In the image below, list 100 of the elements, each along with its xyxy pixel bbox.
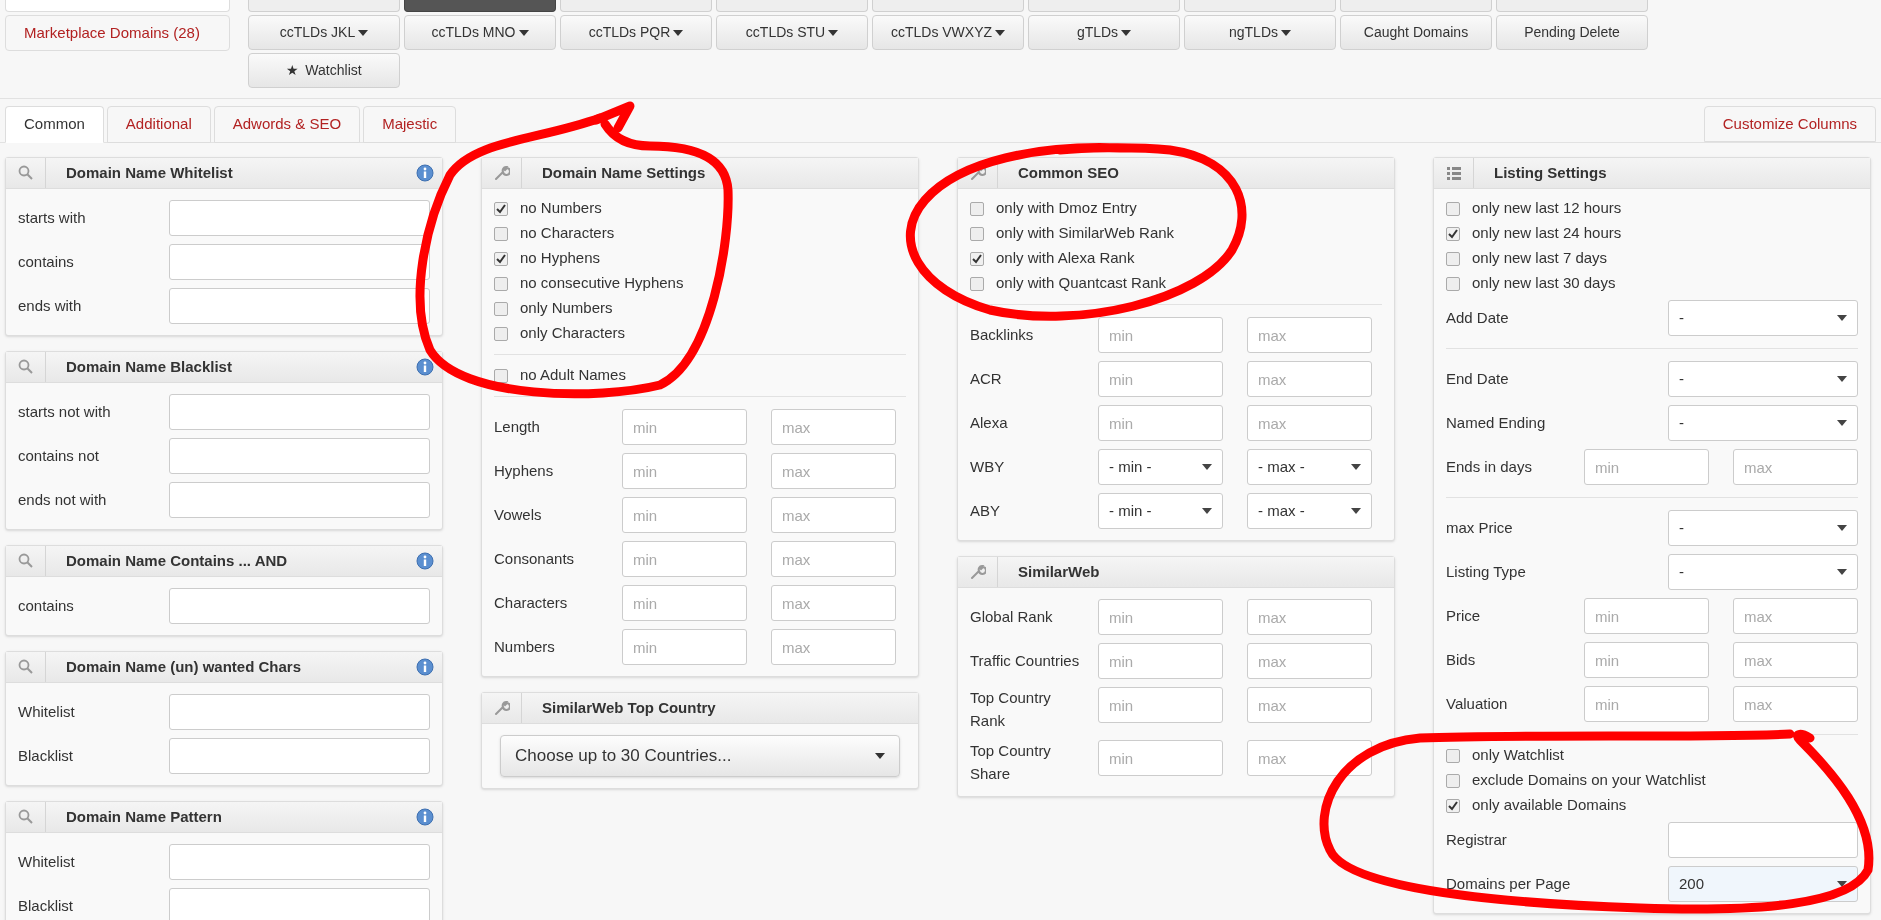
min-field[interactable]: min <box>622 453 747 489</box>
tab[interactable]: Additional <box>106 106 211 143</box>
min-field[interactable]: min <box>622 541 747 577</box>
max-field[interactable]: max <box>1247 643 1372 679</box>
checkbox[interactable] <box>1446 201 1460 216</box>
text-field[interactable] <box>169 244 430 280</box>
text-field[interactable] <box>169 438 430 474</box>
text-field[interactable] <box>169 888 430 920</box>
select-field[interactable]: - <box>1668 405 1858 441</box>
min-field[interactable]: min <box>1098 361 1223 397</box>
dropdown-button[interactable]: gTLDs <box>1028 15 1180 50</box>
checkbox[interactable] <box>1446 748 1460 763</box>
dropdown-button[interactable]: ccTLDs MNO <box>404 15 556 50</box>
select-field[interactable]: - <box>1668 510 1858 546</box>
tab[interactable]: Common <box>5 106 104 143</box>
text-field[interactable] <box>1668 822 1858 858</box>
max-field[interactable]: max <box>771 497 896 533</box>
nav-button[interactable]: Pending Delete <box>1496 15 1648 50</box>
max-field[interactable]: max <box>771 453 896 489</box>
nav-button[interactable]: Caught Domains <box>1340 15 1492 50</box>
tab[interactable]: Adwords & SEO <box>213 106 361 143</box>
min-field[interactable]: min <box>1098 740 1223 776</box>
text-field[interactable] <box>169 694 430 730</box>
checkbox[interactable] <box>970 276 984 291</box>
watchlist-button[interactable]: ★ Watchlist <box>248 53 400 88</box>
check-icon <box>1448 228 1458 239</box>
checkbox-label: exclude Domains on your Watchlist <box>1472 770 1706 791</box>
wrench-icon <box>493 165 510 181</box>
tab[interactable]: Majestic <box>363 106 457 143</box>
min-field[interactable]: min <box>1098 317 1223 353</box>
max-field[interactable]: max <box>1247 687 1372 723</box>
select-field[interactable]: - <box>1668 554 1858 590</box>
dropdown-button[interactable]: ccTLDs VWXYZ <box>872 15 1024 50</box>
text-field[interactable] <box>169 588 430 624</box>
checkbox[interactable] <box>970 251 984 266</box>
min-field[interactable]: min <box>622 629 747 665</box>
checkbox[interactable] <box>1446 226 1460 241</box>
max-field[interactable]: max <box>771 629 896 665</box>
min-field[interactable]: min <box>1584 598 1709 634</box>
field-label: Whitelist <box>18 851 76 872</box>
min-field[interactable]: min <box>1098 599 1223 635</box>
text-field[interactable] <box>169 394 430 430</box>
checkbox[interactable] <box>1446 798 1460 813</box>
checkbox[interactable] <box>494 276 508 291</box>
text-field[interactable] <box>169 288 430 324</box>
customize-columns-button[interactable]: Customize Columns <box>1703 106 1876 142</box>
text-field[interactable] <box>169 482 430 518</box>
max-field[interactable]: max <box>1247 599 1372 635</box>
min-field[interactable]: min <box>1584 449 1709 485</box>
select-field[interactable]: 200 <box>1668 866 1858 902</box>
country-dropdown[interactable]: Choose up to 30 Countries... <box>500 735 900 777</box>
min-field[interactable]: min <box>1098 687 1223 723</box>
max-field[interactable]: max <box>1247 361 1372 397</box>
field-label: contains <box>18 251 75 272</box>
select-field[interactable]: - min - <box>1098 493 1223 529</box>
select-field[interactable]: - <box>1668 300 1858 336</box>
checkbox[interactable] <box>970 226 984 241</box>
checkbox[interactable] <box>494 368 508 383</box>
max-field[interactable]: max <box>1247 317 1372 353</box>
max-field[interactable]: max <box>1733 642 1858 678</box>
text-field[interactable] <box>169 200 430 236</box>
max-field[interactable]: max <box>771 409 896 445</box>
min-field[interactable]: min <box>1584 686 1709 722</box>
max-field[interactable]: max <box>1733 449 1858 485</box>
min-field[interactable]: min <box>1098 405 1223 441</box>
max-field[interactable]: max <box>771 585 896 621</box>
checkbox[interactable] <box>494 251 508 266</box>
max-field[interactable]: max <box>771 541 896 577</box>
min-field[interactable]: min <box>622 497 747 533</box>
marketplace-domains-link[interactable]: Marketplace Domains (28) <box>5 15 230 51</box>
checkbox[interactable] <box>1446 773 1460 788</box>
checkbox[interactable] <box>1446 251 1460 266</box>
min-field[interactable]: min <box>622 409 747 445</box>
max-field[interactable]: max <box>1733 686 1858 722</box>
dropdown-button[interactable]: ccTLDs PQR <box>560 15 712 50</box>
checkbox[interactable] <box>1446 276 1460 291</box>
checkbox[interactable] <box>494 201 508 216</box>
min-field[interactable]: min <box>622 585 747 621</box>
dropdown-button[interactable]: ngTLDs <box>1184 15 1336 50</box>
checkbox[interactable] <box>970 201 984 216</box>
checkbox[interactable] <box>494 301 508 316</box>
select-field[interactable]: - <box>1668 361 1858 397</box>
field-label: Global Rank <box>970 606 1054 627</box>
min-field[interactable]: min <box>1098 643 1223 679</box>
cropped-button[interactable] <box>404 0 556 12</box>
max-field[interactable]: max <box>1733 598 1858 634</box>
max-field[interactable]: max <box>1247 405 1372 441</box>
min-field[interactable]: min <box>1584 642 1709 678</box>
checkbox[interactable] <box>494 326 508 341</box>
select-field[interactable]: - min - <box>1098 449 1223 485</box>
text-field[interactable] <box>169 738 430 774</box>
dropdown-button[interactable]: ccTLDs STU <box>716 15 868 50</box>
dropdown-button[interactable]: ccTLDs JKL <box>248 15 400 50</box>
checkbox[interactable] <box>494 226 508 241</box>
select-field[interactable]: - max - <box>1247 493 1372 529</box>
panel-title: Common SEO <box>1017 162 1120 183</box>
cropped-tab[interactable] <box>5 0 230 12</box>
select-field[interactable]: - max - <box>1247 449 1372 485</box>
max-field[interactable]: max <box>1247 740 1372 776</box>
text-field[interactable] <box>169 844 430 880</box>
